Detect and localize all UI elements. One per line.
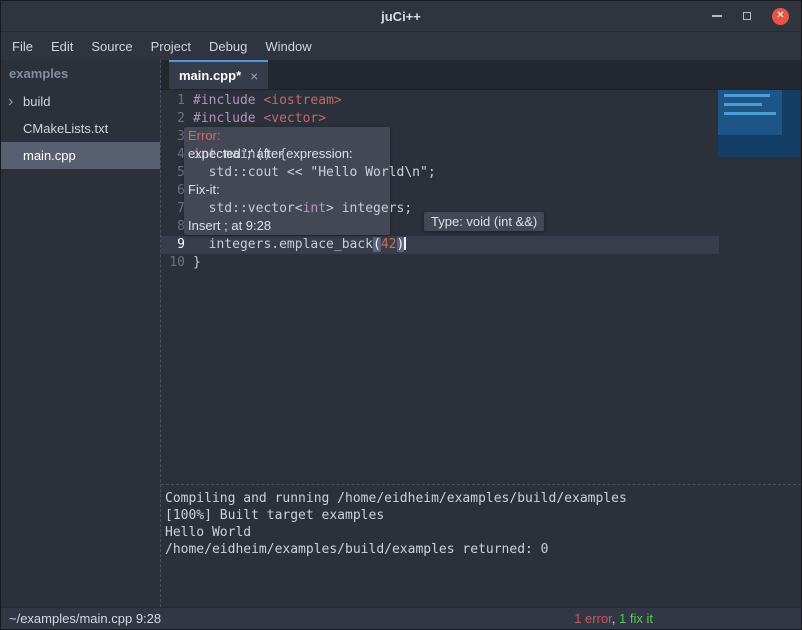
code-line[interactable]: 9 integers.emplace_back(42) [161,236,719,254]
chevron-right-icon: › [8,88,13,115]
code-line[interactable]: 1#include <iostream> [161,92,719,110]
tab-label: main.cpp* [179,68,241,83]
code-text: } [193,254,201,272]
tree-item-cmakelists[interactable]: CMakeLists.txt [1,115,160,142]
terminal-line: Compiling and running /home/eidheim/exam… [165,490,801,507]
terminal-line: [100%] Built target examples [165,507,801,524]
error-tooltip-message: expected ';' after expression: [188,145,390,163]
code-line[interactable]: 2#include <vector> [161,110,719,128]
status-fixit-count: 1 fix it [619,611,653,626]
tree-item-maincpp[interactable]: main.cpp [1,142,160,169]
type-tooltip: Type: void (int &&) [424,212,544,231]
status-separator: , [612,611,619,626]
project-name-label: examples [1,60,160,88]
main-body: examples › build CMakeLists.txt main.cpp… [1,60,801,607]
tab-maincpp[interactable]: main.cpp* × [169,60,268,89]
restore-icon[interactable] [743,12,751,20]
status-error-count: 1 error [574,611,612,626]
code-text: #include <vector> [193,110,326,128]
terminal-line: Hello World [165,524,801,541]
line-number: 10 [161,254,193,272]
preview-box [718,90,800,157]
error-tooltip: Error: expected ';' after expression: Fi… [184,127,390,235]
code-line[interactable]: 10} [161,254,719,272]
fixit-spacer [188,199,390,217]
menubar: File Edit Source Project Debug Window [1,32,801,60]
app-window: juCi++ ✕ File Edit Source Project Debug … [0,0,802,630]
statusbar: ~/examples/main.cpp 9:28 1 error, 1 fix … [1,607,801,629]
code-text: #include <iostream> [193,92,342,110]
status-file-location: ~/examples/main.cpp 9:28 [9,611,161,626]
menu-edit[interactable]: Edit [42,32,82,60]
menu-project[interactable]: Project [142,32,200,60]
line-number: 1 [161,92,193,110]
file-tree-sidebar: examples › build CMakeLists.txt main.cpp [1,60,161,607]
terminal-line: /home/eidheim/examples/build/examples re… [165,541,801,558]
text-cursor [404,237,406,250]
tab-close-icon[interactable]: × [250,69,258,83]
close-icon[interactable]: ✕ [772,8,789,25]
window-controls: ✕ [712,8,801,25]
code-editor[interactable]: 1#include <iostream>2#include <vector>34… [161,90,801,484]
line-number: 2 [161,110,193,128]
status-diagnostics: 1 error, 1 fix it [574,611,653,626]
line-number: 9 [161,236,193,254]
tree-item-label: CMakeLists.txt [23,121,108,136]
tree-item-build[interactable]: › build [1,88,160,115]
menu-window[interactable]: Window [256,32,320,60]
tree-item-label: build [23,94,50,109]
window-title: juCi++ [1,9,801,24]
menu-source[interactable]: Source [82,32,141,60]
editor-column: main.cpp* × 1#include <iostream>2#includ… [161,60,801,607]
titlebar[interactable]: juCi++ ✕ [1,1,801,32]
terminal-output[interactable]: Compiling and running /home/eidheim/exam… [161,484,801,607]
fixit-label: Fix-it: [188,181,390,199]
tree-item-label: main.cpp [23,148,76,163]
error-tooltip-title: Error: [188,127,390,145]
menu-debug[interactable]: Debug [200,32,256,60]
fixit-suggestion: Insert ; at 9:28 [188,217,390,235]
menu-file[interactable]: File [3,32,42,60]
error-tooltip-spacer [188,163,390,181]
code-text: integers.emplace_back(42) [193,236,406,254]
minimize-icon[interactable] [712,15,722,17]
tabbar: main.cpp* × [161,60,801,90]
